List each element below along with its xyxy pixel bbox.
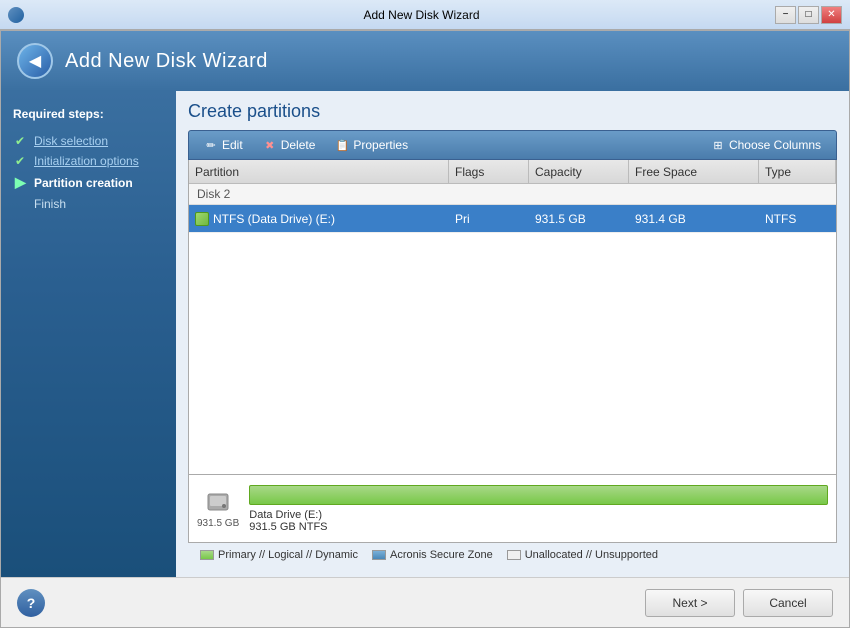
col-free-space: Free Space [629,160,759,183]
maximize-button[interactable]: □ [798,6,819,24]
sidebar: Required steps: ✔ Disk selection ✔ Initi… [1,91,176,577]
main-panel: Create partitions ✏ Edit ✖ Delete 📋 Prop… [176,91,849,577]
disk-drive-name: Data Drive (E:) [249,509,828,521]
legend: Primary // Logical // Dynamic Acronis Se… [188,543,837,567]
col-type: Type [759,160,836,183]
window-title: Add New Disk Wizard [68,8,775,22]
primary-label: Primary // Logical // Dynamic [218,549,358,561]
wizard-title: Add New Disk Wizard [65,50,268,73]
active-arrow-icon: ▶ [15,174,29,191]
legend-primary: Primary // Logical // Dynamic [200,549,358,561]
properties-icon: 📋 [335,138,349,152]
finish-label: Finish [34,197,66,211]
partition-creation-label: Partition creation [34,176,133,190]
unallocated-swatch [507,550,521,560]
minimize-button[interactable]: − [775,6,796,24]
window-controls: − □ ✕ [775,6,842,24]
panel-title: Create partitions [188,101,837,122]
sidebar-item-disk-selection[interactable]: ✔ Disk selection [13,131,164,151]
delete-button[interactable]: ✖ Delete [254,134,325,156]
properties-button[interactable]: 📋 Properties [326,134,417,156]
disk-group-label: Disk 2 [189,184,836,205]
close-button[interactable]: ✕ [821,6,842,24]
main-window: ◀ Add New Disk Wizard Required steps: ✔ … [0,30,850,628]
cell-partition-name: NTFS (Data Drive) (E:) [189,205,449,232]
next-button[interactable]: Next > [645,589,735,617]
disk-detail: 931.5 GB NTFS [249,521,828,533]
col-flags: Flags [449,160,529,183]
sidebar-item-partition-creation: ▶ Partition creation [13,171,164,194]
disk-icon [204,488,232,516]
cell-capacity: 931.5 GB [529,205,629,232]
sidebar-item-init-options[interactable]: ✔ Initialization options [13,151,164,171]
partition-table: Partition Flags Capacity Free Space Type… [188,160,837,475]
acronis-swatch [372,550,386,560]
cancel-button[interactable]: Cancel [743,589,833,617]
legend-acronis: Acronis Secure Zone [372,549,493,561]
check-icon-disk: ✔ [15,134,29,148]
disk-bar-area: 931.5 GB Data Drive (E:) 931.5 GB NTFS [188,475,837,543]
primary-swatch [200,550,214,560]
disk-size-label: 931.5 GB [197,518,239,529]
partition-icon [195,212,209,226]
edit-icon: ✏ [204,138,218,152]
col-partition: Partition [189,160,449,183]
check-icon-init: ✔ [15,154,29,168]
wizard-header: ◀ Add New Disk Wizard [1,31,849,91]
disk-bar-visual [249,485,828,505]
partition-toolbar: ✏ Edit ✖ Delete 📋 Properties ⊞ Choose Co… [188,130,837,160]
choose-columns-button[interactable]: ⊞ Choose Columns [702,134,830,156]
cell-flags: Pri [449,205,529,232]
delete-icon: ✖ [263,138,277,152]
back-icon[interactable]: ◀ [17,43,53,79]
table-header: Partition Flags Capacity Free Space Type [189,160,836,184]
disk-selection-link[interactable]: Disk selection [34,134,108,148]
acronis-label: Acronis Secure Zone [390,549,493,561]
sidebar-title: Required steps: [13,107,164,121]
disk-icon-wrap: 931.5 GB [197,488,239,529]
help-button[interactable]: ? [17,589,45,617]
sidebar-item-finish: Finish [13,194,164,214]
footer-left: ? [17,589,45,617]
content-area: Required steps: ✔ Disk selection ✔ Initi… [1,91,849,577]
init-options-link[interactable]: Initialization options [34,154,139,168]
unallocated-label: Unallocated // Unsupported [525,549,658,561]
cell-free-space: 931.4 GB [629,205,759,232]
col-capacity: Capacity [529,160,629,183]
footer-right: Next > Cancel [645,589,833,617]
disk-bar-labels: Data Drive (E:) 931.5 GB NTFS [249,509,828,533]
wizard-footer: ? Next > Cancel [1,577,849,627]
title-bar: Add New Disk Wizard − □ ✕ [0,0,850,30]
edit-button[interactable]: ✏ Edit [195,134,252,156]
disk-bar-wrap: Data Drive (E:) 931.5 GB NTFS [249,485,828,533]
table-row[interactable]: NTFS (Data Drive) (E:) Pri 931.5 GB 931.… [189,205,836,233]
cell-type: NTFS [759,205,836,232]
columns-icon: ⊞ [711,138,725,152]
legend-unallocated: Unallocated // Unsupported [507,549,658,561]
